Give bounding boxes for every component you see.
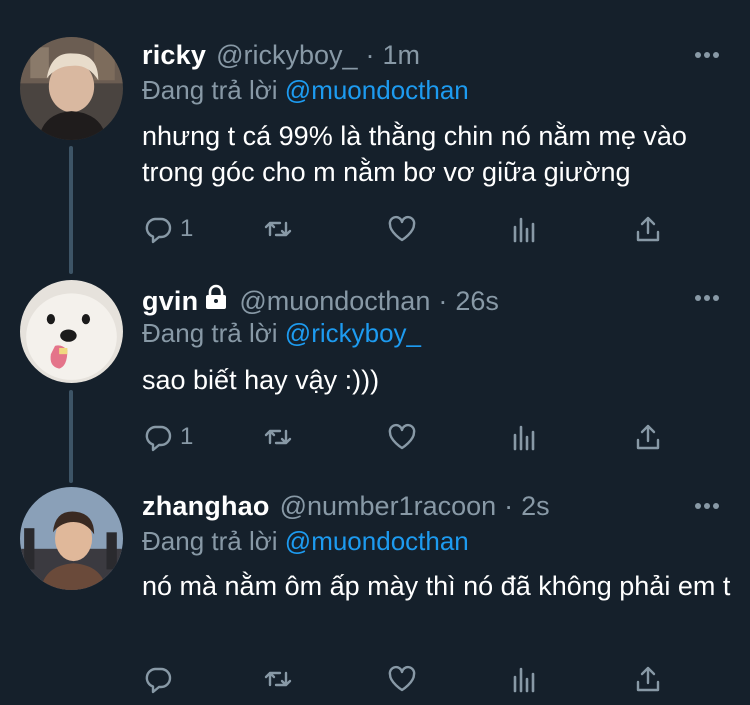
- retweet-icon: [264, 671, 292, 687]
- tweet[interactable]: zhanghao @number1racoon · 2s Đang trả lờ…: [0, 0, 750, 705]
- user-handle[interactable]: @number1racoon: [280, 491, 497, 522]
- analytics-icon: [513, 667, 535, 693]
- separator: ·: [504, 491, 514, 521]
- reply-button[interactable]: [142, 662, 180, 696]
- retweet-button[interactable]: [262, 662, 294, 696]
- display-name[interactable]: zhanghao: [142, 491, 270, 522]
- share-button[interactable]: [632, 662, 664, 696]
- like-icon: [388, 665, 416, 692]
- like-button[interactable]: [386, 662, 418, 696]
- more-icon[interactable]: [694, 502, 720, 510]
- share-icon: [636, 666, 660, 692]
- avatar-photo: [20, 487, 123, 590]
- reply-prefix: Đang trả lời: [142, 526, 278, 556]
- tweet-text: nó mà nằm ôm ấp mày thì nó đã không phải…: [142, 571, 731, 601]
- action-bar: [142, 662, 682, 696]
- replying-to: Đang trả lời @muondocthan: [142, 526, 469, 557]
- mention-link[interactable]: @muondocthan: [285, 526, 469, 556]
- timestamp[interactable]: 2s: [521, 491, 550, 522]
- reply-icon: [145, 667, 172, 694]
- avatar[interactable]: [20, 487, 123, 590]
- analytics-button[interactable]: [508, 662, 540, 696]
